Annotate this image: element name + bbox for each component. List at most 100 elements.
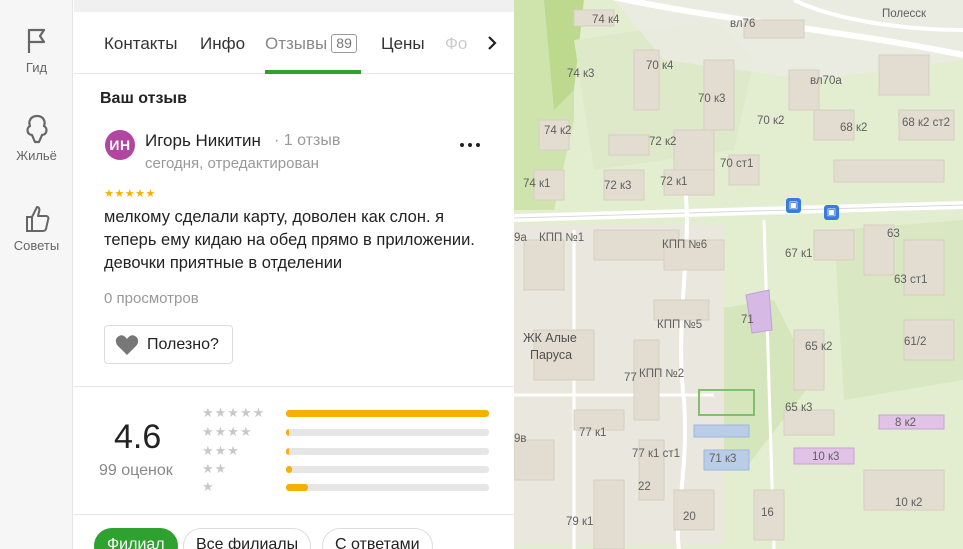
distribution-bar-track [286,429,489,436]
map-label: 77 [624,372,637,384]
author-review-count: · 1 отзыв [274,132,341,149]
distribution-row: ★★★ [202,443,492,461]
more-options-button[interactable] [456,134,484,156]
map-label: 9в [514,433,527,445]
map-label: Полесск [882,8,927,20]
rail-item-tips[interactable]: Советы [0,204,73,253]
review-date: сегодня, отредактирован [145,155,319,172]
distribution-stars: ★★ [202,461,228,476]
distribution-bar-fill [286,484,309,491]
map-label: 67 к1 [785,248,813,260]
map-label: 71 [741,314,754,326]
distribution-row: ★ [202,479,492,497]
map-label: КПП №2 [639,368,685,380]
distribution-bar-fill [286,410,489,417]
map-label: 70 ст1 [720,158,754,170]
average-rating: 4.6 [114,418,162,456]
flag-icon [23,26,51,56]
rail-item-housing-label: Жильё [16,148,57,163]
tab-contacts[interactable]: Контакты [104,34,177,54]
distribution-bar-fill [286,466,293,473]
map-label: 74 к3 [567,68,595,80]
rating-count: 99 оценок [99,462,173,479]
map-label: Паруса [530,348,573,362]
bus-stop-icon[interactable]: ▣ [786,198,801,213]
distribution-stars: ★★★ [202,443,240,458]
map-label: 68 к2 ст2 [902,117,951,129]
active-tab-indicator [265,70,361,74]
map-label: 9а [514,232,527,244]
review-views: 0 просмотров [104,290,199,307]
map-label: 8 к2 [895,417,917,429]
distribution-bar-fill [286,429,290,436]
tabs-next-button[interactable] [477,28,507,58]
map-label: 79 к1 [566,516,594,528]
author-name[interactable]: Игорь Никитин [145,131,261,151]
map-label: 70 к2 [757,115,785,127]
distribution-stars: ★ [202,479,215,494]
your-review-title: Ваш отзыв [100,90,187,107]
tab-reviews[interactable]: Отзывы 89 [265,34,357,54]
useful-button[interactable]: Полезно? [104,325,233,364]
map-label: 16 [761,507,774,519]
distribution-bar-track [286,410,489,417]
tab-photos[interactable]: Фо [445,34,467,54]
map-label: 22 [638,481,651,493]
bus-stop-icon[interactable]: ▣ [824,205,839,220]
distribution-row: ★★ [202,461,492,479]
filter-with-answers-chip[interactable]: С ответами [322,528,433,549]
avatar[interactable]: ИН [105,130,135,160]
map-label: 65 к2 [805,341,833,353]
organization-panel: Контакты Инфо Отзывы 89 Цены Фо Ваш отзыв… [74,0,514,549]
map-label: 68 к2 [840,122,868,134]
tab-reviews-label: Отзывы [265,34,328,53]
rail-item-guide[interactable]: Гид [0,26,73,75]
review-text: мелкому сделали карту, доволен как слон.… [104,208,475,272]
map-label: ЖК Алые [523,331,577,345]
tab-bar: Контакты Инфо Отзывы 89 Цены Фо [74,12,514,74]
distribution-bar-track [286,448,489,455]
map-label: вл70а [810,75,842,87]
reviews-count-badge: 89 [331,34,357,53]
map-label: 71 к3 [709,453,737,465]
housing-icon [23,114,51,144]
map-label: 77 к1 [579,427,607,439]
map-label: 74 к1 [523,178,551,190]
distribution-row: ★★★★★ [202,405,492,423]
map-label: 72 к1 [660,176,688,188]
map-label: 20 [683,511,696,523]
map-label: 74 к2 [544,125,572,137]
useful-button-label: Полезно? [147,335,219,353]
distribution-stars: ★★★★★ [202,405,266,420]
dot [460,143,464,147]
rail-item-tips-label: Советы [13,238,60,253]
map[interactable]: 74 к4 вл76 Полесск 70 к4 74 к3 вл70а 70 к3 70 к… [514,0,963,549]
distribution-stars: ★★★★ [202,424,253,439]
map-label: КПП №6 [662,239,708,251]
map-label: 72 к3 [604,180,632,192]
thumbs-up-icon [23,204,51,234]
map-label: 70 к4 [646,60,674,72]
filter-all-branches-chip[interactable]: Все филиалы [183,528,312,549]
map-label: КПП №1 [539,232,585,244]
distribution-bar-fill [286,448,290,455]
map-label: 10 к3 [812,451,840,463]
distribution-bar-track [286,466,489,473]
review-stars: ★★★★★ [104,188,156,200]
dot [476,143,480,147]
map-label: 61/2 [904,336,927,348]
divider [74,514,514,515]
tab-info[interactable]: Инфо [200,34,245,54]
side-rail: Гид Жильё Советы [0,0,73,549]
map-label: 70 к3 [698,93,726,105]
filter-branch-chip[interactable]: Филиал [94,528,178,549]
chevron-right-icon [488,36,497,50]
tab-prices[interactable]: Цены [381,34,425,54]
map-label: 63 [887,228,900,240]
rail-item-housing[interactable]: Жильё [0,114,73,163]
map-label: 10 к2 [895,497,923,509]
map-label: 74 к4 [592,14,620,26]
distribution-bar-track [286,484,489,491]
rail-item-guide-label: Гид [25,60,48,75]
dot [468,143,472,147]
